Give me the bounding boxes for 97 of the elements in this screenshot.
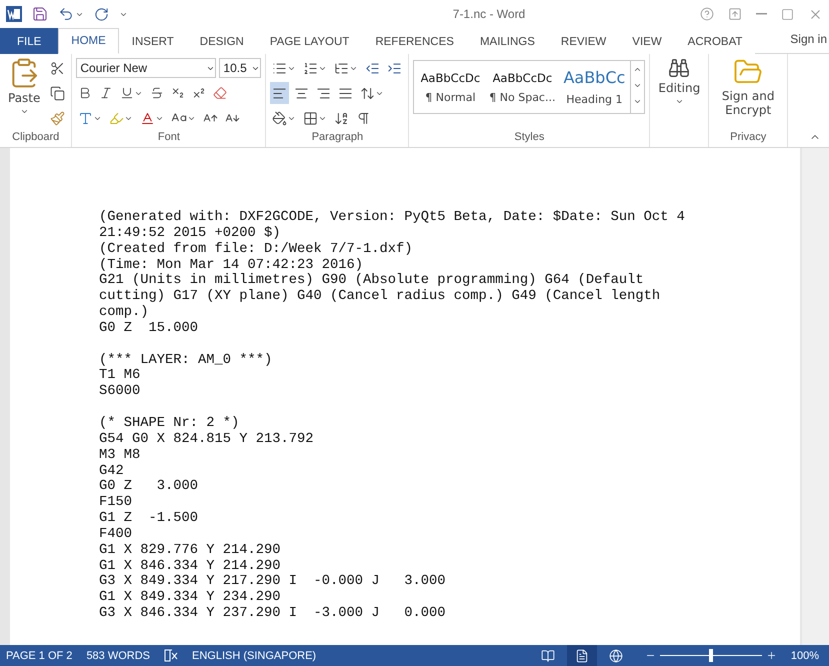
code-line: G1 X 829.776 Y 214.290	[99, 542, 282, 559]
view-icon	[540, 648, 555, 662]
view-button[interactable]	[566, 645, 597, 666]
caret-icon	[20, 107, 29, 116]
scrollbar[interactable]	[802, 148, 829, 645]
code-line: (Created from file: D:/Week 7/7-1.dxf)	[99, 242, 414, 258]
undo-icon	[58, 6, 74, 22]
code-line: G3 X 849.334 Y 217.290 I -0.000 J 3.000	[99, 574, 447, 590]
help-icon	[700, 7, 714, 21]
code-line: M3 M8	[99, 448, 142, 464]
code-line: S6000	[99, 384, 142, 400]
align-button[interactable]	[270, 82, 290, 104]
outdent-icon	[365, 60, 380, 76]
eraser-icon	[213, 86, 228, 100]
save-button[interactable]	[32, 6, 48, 22]
ribbon-display-button[interactable]	[728, 7, 742, 21]
paste-button[interactable]: Paste	[4, 57, 44, 131]
code-line: (*** LAYER: AM_0 ***)	[99, 352, 274, 368]
style-preview: AaBbCcDc	[420, 70, 480, 84]
subscript-icon	[171, 86, 186, 100]
plus-icon	[766, 650, 777, 661]
code-line: (* SHAPE Nr: 2 *)	[99, 416, 240, 432]
code-line: G3 X 846.334 Y 237.290 I -3.000 J 0.000	[99, 606, 447, 622]
arrow-box-icon	[728, 7, 742, 21]
italic-icon	[99, 86, 114, 100]
page-count[interactable]: PAGE 1 OF 2	[6, 650, 72, 662]
copy-icon	[50, 86, 66, 100]
ribbon-tab[interactable]: HOME	[58, 28, 119, 54]
strikethrough-icon	[150, 86, 164, 100]
code-line: F150	[99, 495, 134, 512]
style-preview: AaBbCcDc	[492, 70, 552, 84]
align-icon	[272, 86, 288, 100]
code-line: G1 Z -1.500	[99, 511, 200, 527]
letter-underline-icon	[140, 110, 156, 126]
style-name: Heading 1	[566, 93, 623, 106]
group-label: Clipboard	[11, 131, 60, 145]
maximize-icon	[781, 8, 794, 20]
font-name-field[interactable]: Courier New	[76, 58, 216, 78]
binoculars-icon	[668, 57, 690, 79]
view-icon	[574, 648, 589, 662]
group-label: Paragraph	[310, 131, 364, 145]
language-indicator[interactable]: ENGLISH (SINGAPORE)	[192, 650, 316, 662]
sign-encrypt-button[interactable]: Sign and Encrypt	[713, 57, 784, 131]
paint-bucket-icon	[272, 110, 288, 126]
code-line: T1 M6	[99, 368, 142, 384]
code-line: G0 Z 3.000	[99, 479, 200, 496]
superscript-icon	[192, 86, 206, 100]
view-icon	[608, 648, 623, 662]
code-line: F400	[99, 526, 134, 543]
tree-list-icon	[334, 60, 350, 76]
scissors-icon	[50, 60, 66, 76]
align-icon	[316, 86, 332, 100]
highlighter-icon	[109, 110, 124, 126]
redo-icon	[94, 6, 109, 22]
underline-icon	[120, 86, 134, 100]
word-logo-icon	[6, 6, 22, 22]
zoom-thumb[interactable]	[708, 649, 713, 662]
zoom-level[interactable]: 100%	[790, 650, 819, 662]
font-size-field[interactable]: 10.5	[219, 58, 262, 78]
style-name: ¶ Normal	[425, 90, 476, 104]
minimize-button[interactable]	[756, 13, 767, 15]
letter-icon	[78, 110, 94, 126]
code-line: G1 X 846.334 Y 214.290	[99, 558, 282, 574]
bold-icon	[78, 86, 92, 100]
editing-button[interactable]: Editing	[654, 57, 704, 147]
code-line: G0 Z 15.000	[99, 320, 200, 337]
style-name: ¶ No Spac...	[489, 90, 556, 104]
code-line: G1 X 849.334 Y 234.290	[99, 590, 282, 606]
style-preview: AaBbCc	[563, 68, 626, 87]
indent-icon	[387, 60, 402, 76]
align-icon	[294, 86, 310, 100]
group-label: Font	[156, 131, 181, 145]
sign-in-link[interactable]: Sign in	[790, 28, 829, 53]
file-tab[interactable]: FILE	[0, 28, 58, 54]
code-line: G42	[99, 464, 125, 480]
code-line: (Time: Mon Mar 14 07:42:23 2016)	[99, 258, 364, 273]
code-line: G54 G0 X 824.815 Y 213.792	[99, 432, 315, 448]
grid-icon	[303, 110, 318, 126]
align-icon	[338, 86, 354, 100]
line-spacing-icon	[360, 86, 376, 100]
paintbrush-icon	[50, 110, 66, 126]
caret-icon	[674, 97, 684, 106]
pilcrow-icon	[356, 110, 372, 126]
group-label: Styles	[513, 131, 546, 145]
maximize-button[interactable]	[781, 8, 794, 20]
numbered-list-icon	[303, 60, 318, 76]
code-line: G21 (Units in millimetres) G90 (Absolute programming) G64 (Default cutting) G17 (XY plane) G40 (Cancel radius comp.) G49 (Cancel length comp.)	[99, 273, 662, 321]
minimize-icon	[756, 13, 767, 15]
redo-button[interactable]	[94, 6, 109, 22]
window-title: 7-1.nc - Word	[452, 7, 526, 21]
group-label: Privacy	[729, 131, 768, 145]
proofing-icon	[164, 649, 178, 662]
undo-button[interactable]	[58, 6, 84, 22]
word-count[interactable]: 583 WORDS	[86, 650, 150, 662]
sort-icon	[334, 110, 350, 126]
code-line: (Generated with: DXF2GCODE, Version: PyQt5 Beta, Date: $Date: Sun Oct 4 21:49:52 2015 +0200 $)	[99, 210, 686, 242]
help-button[interactable]	[700, 7, 714, 21]
